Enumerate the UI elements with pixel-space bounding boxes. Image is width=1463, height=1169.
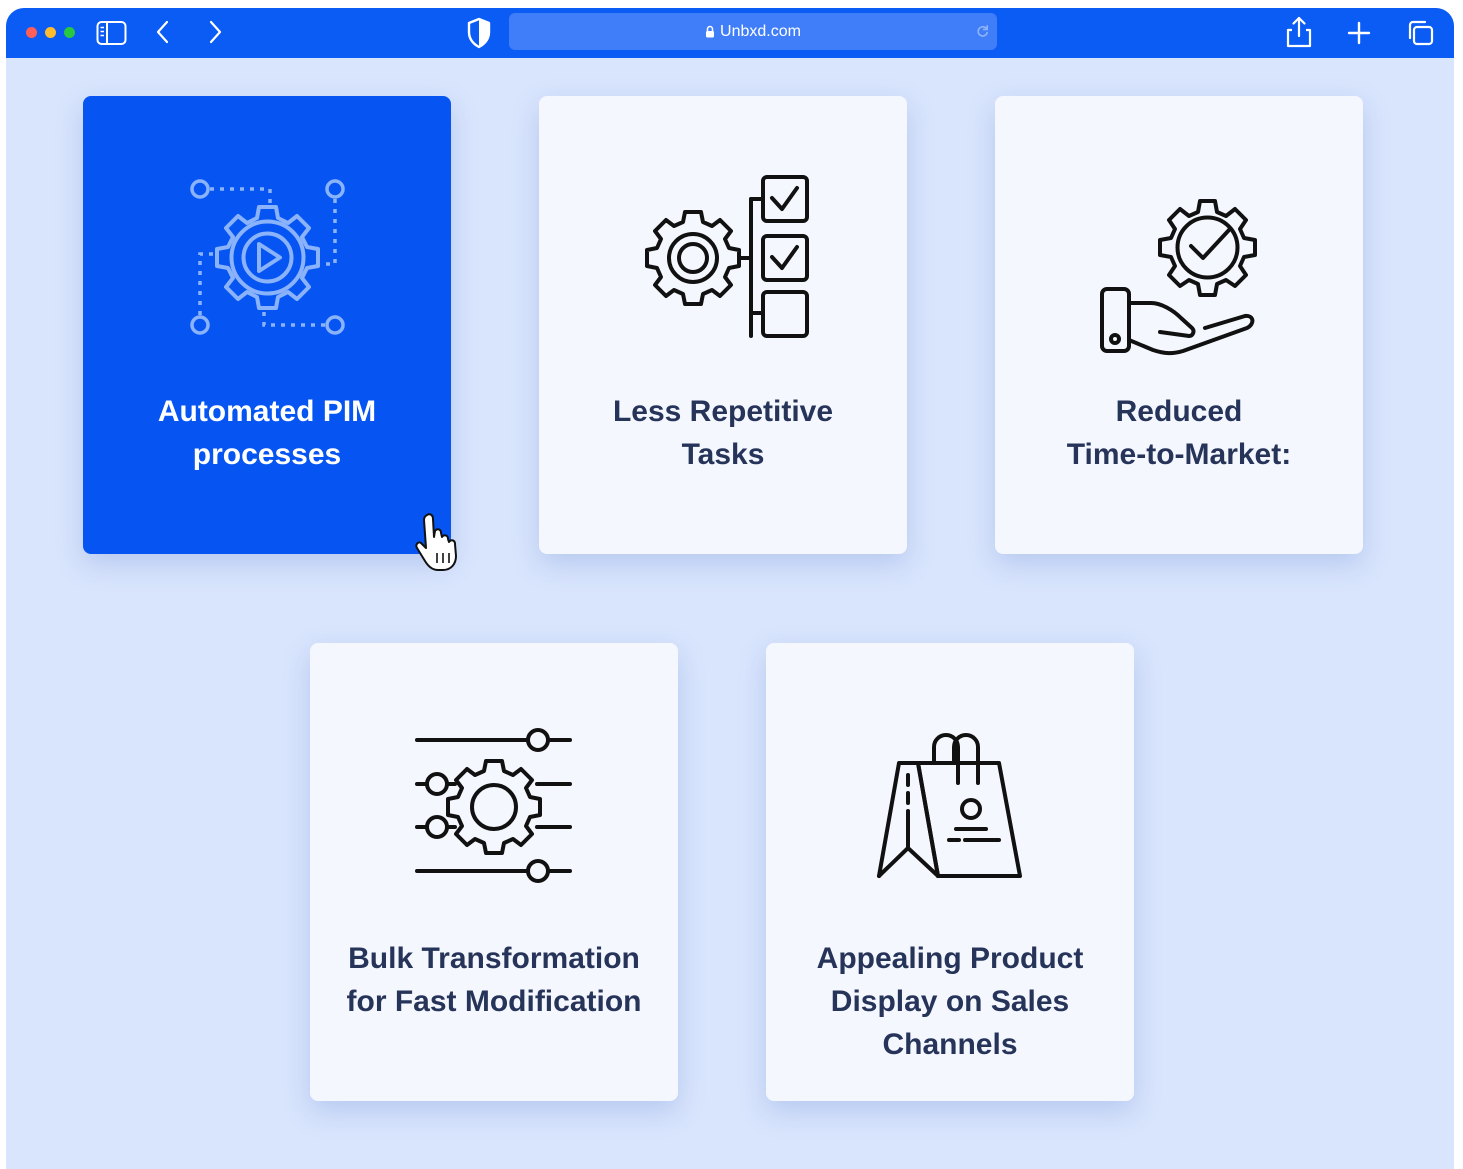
lock-icon (705, 25, 715, 38)
address-bar[interactable]: Unbxd.com (509, 13, 997, 50)
tabs-icon[interactable] (1406, 19, 1435, 47)
shield-icon[interactable] (466, 17, 492, 49)
plus-icon[interactable] (1347, 21, 1371, 45)
back-icon[interactable] (154, 20, 172, 44)
reload-icon[interactable] (976, 24, 989, 38)
card-title: Less Repetitive Tasks (612, 395, 834, 471)
hand-cursor-icon (415, 513, 457, 571)
card-automated-pim[interactable]: Automated PIM processes (83, 96, 451, 554)
hand-gear-check-icon (1100, 199, 1257, 356)
card-reduced-time-to-market[interactable]: Reduced Time-to-Market: (995, 96, 1363, 554)
card-title: Automated PIM processes (157, 395, 377, 471)
shopping-bag-icon (877, 733, 1022, 878)
browser-window: Unbxd.com Automated PIM processes Less R… (6, 8, 1454, 1169)
browser-toolbar: Unbxd.com (6, 8, 1454, 58)
card-less-repetitive-tasks[interactable]: Less Repetitive Tasks (539, 96, 907, 554)
close-window-button[interactable] (26, 27, 37, 38)
card-title: Appealing Product Display on Sales Channel… (816, 942, 1084, 1061)
card-title: Reduced Time-to-Market: (1066, 395, 1292, 471)
maximize-window-button[interactable] (64, 27, 75, 38)
card-appealing-product-display[interactable]: Appealing Product Display on Sales Channel… (766, 643, 1134, 1101)
gear-sliders-icon (415, 728, 572, 883)
url-text: Unbxd.com (720, 22, 801, 40)
sidebar-icon[interactable] (96, 20, 127, 46)
gear-checklist-icon (645, 175, 809, 338)
share-icon[interactable] (1285, 15, 1313, 49)
gear-play-icon (190, 179, 345, 335)
card-title: Bulk Transformation for Fast Modification (346, 942, 642, 1018)
card-bulk-transformation[interactable]: Bulk Transformation for Fast Modification (310, 643, 678, 1101)
minimize-window-button[interactable] (45, 27, 56, 38)
forward-icon[interactable] (206, 20, 224, 44)
